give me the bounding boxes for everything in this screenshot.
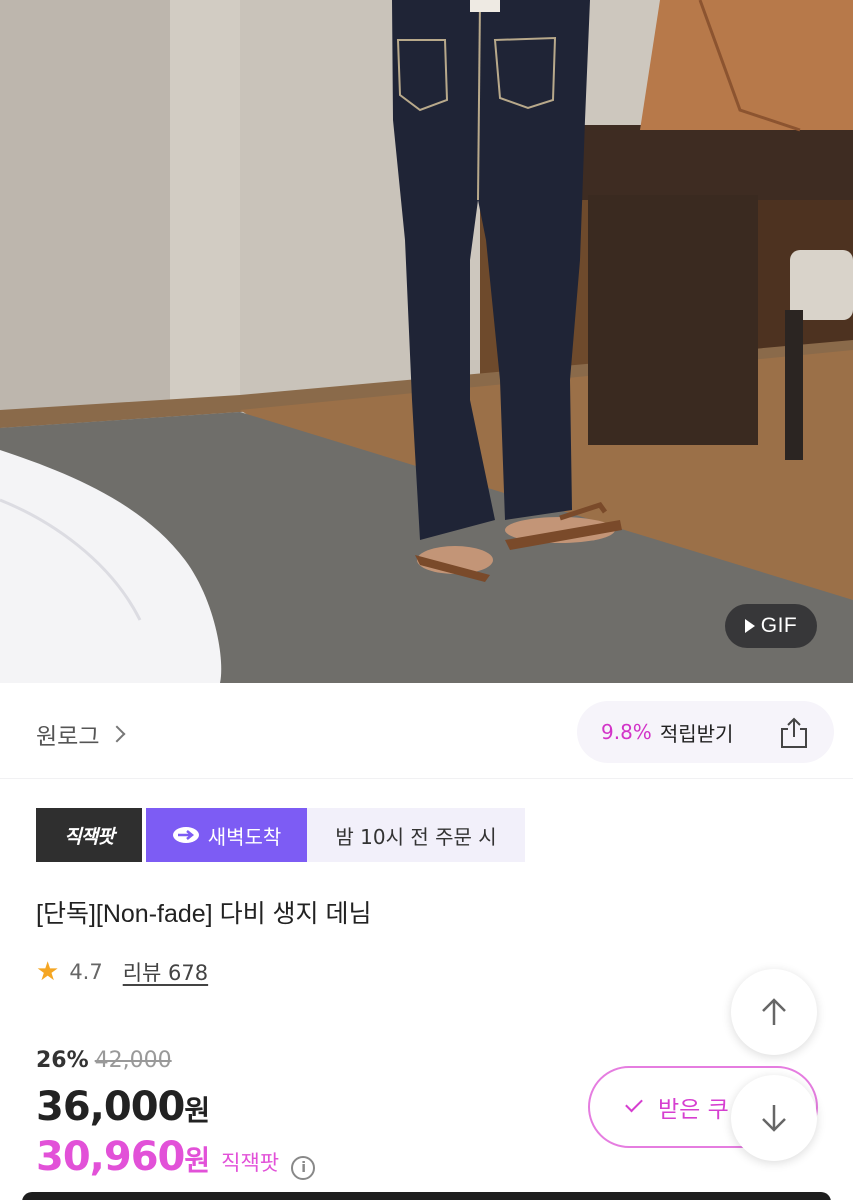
sale-price: 36,000원 [36, 1084, 210, 1130]
coupon-label: 받은 쿠 [658, 1097, 729, 1123]
product-title: [단독][Non-fade] 다비 생지 데님 [36, 900, 372, 928]
jackpot-price-value: 30,960 [36, 1134, 185, 1180]
arrow-up-icon [762, 998, 786, 1025]
dawn-delivery-note-text: 밤 10시 전 주문 시 [335, 824, 497, 849]
dawn-delivery-label: 새벽도착 [207, 824, 282, 849]
play-icon [744, 619, 755, 633]
discount-rate: 26% [36, 1048, 89, 1073]
sale-price-value: 36,000 [36, 1084, 185, 1130]
reward-rate: 9.8% [601, 720, 652, 744]
reward-button[interactable]: 9.8% 적립받기 [577, 701, 834, 763]
arrow-down-icon [762, 1105, 786, 1132]
jackpot-badge-label: 직잭팟 [64, 825, 114, 848]
gif-badge[interactable]: GIF [725, 604, 817, 648]
product-photo-illustration [0, 0, 853, 683]
jackpot-price-currency: 원 [184, 1144, 210, 1177]
reviews-link[interactable]: 리뷰 678 [123, 957, 208, 987]
brand-name: 원로그 [36, 724, 100, 750]
jackpot-badge: 직잭팟 [36, 808, 142, 862]
jackpot-price-label: 직잭팟 [221, 1151, 280, 1175]
rating-score: 4.7 [69, 960, 103, 984]
jackpot-price: 30,960원 직잭팟 i [36, 1134, 316, 1180]
reward-label: 적립받기 [659, 721, 734, 746]
sale-price-currency: 원 [184, 1094, 210, 1127]
info-icon[interactable]: i [291, 1156, 316, 1180]
chevron-right-icon [108, 725, 126, 743]
check-icon [625, 1094, 643, 1112]
delivery-badges: 직잭팟 새벽도착 밤 10시 전 주문 시 [36, 808, 525, 862]
product-image[interactable]: GIF [0, 0, 853, 683]
scroll-down-button[interactable] [731, 1075, 817, 1161]
discount-row: 26% 42,000 [36, 1048, 172, 1073]
star-icon: ★ [36, 957, 60, 987]
dawn-delivery-note: 밤 10시 전 주문 시 [307, 808, 525, 862]
dawn-delivery-badge: 새벽도착 [146, 808, 307, 862]
rating-row: ★ 4.7 리뷰 678 [36, 957, 208, 987]
original-price: 42,000 [94, 1048, 172, 1073]
rocket-icon [172, 827, 199, 843]
bottom-action-bar[interactable] [22, 1192, 831, 1200]
share-icon[interactable] [776, 715, 812, 751]
scroll-up-button[interactable] [731, 969, 817, 1055]
brand-row: 원로그 9.8% 적립받기 [0, 683, 853, 779]
gif-label: GIF [760, 614, 798, 637]
brand-link[interactable]: 원로그 [36, 717, 126, 751]
